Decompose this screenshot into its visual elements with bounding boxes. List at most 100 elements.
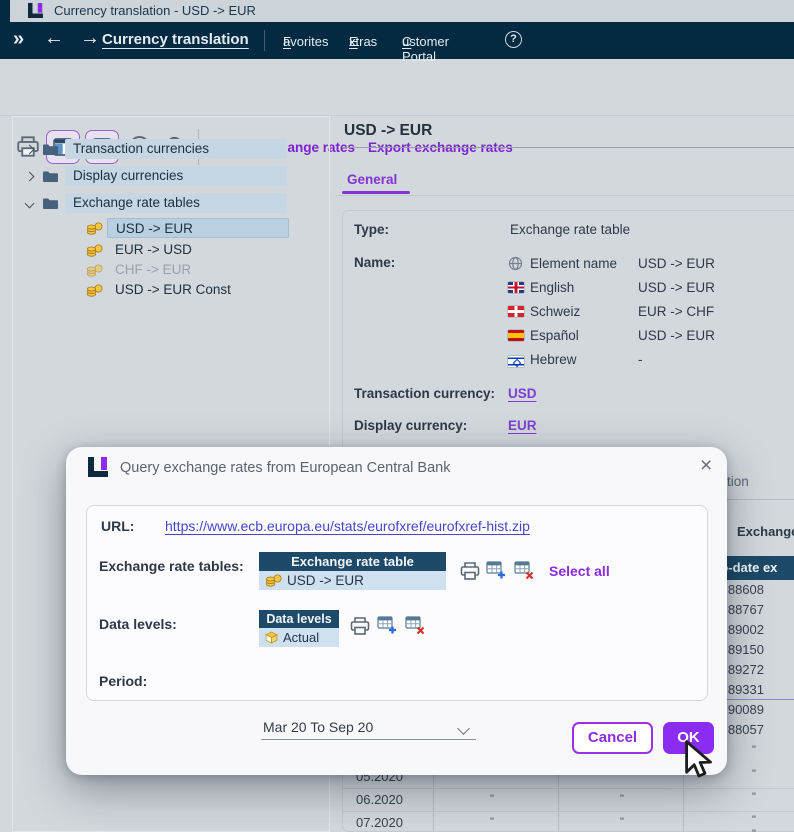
tree-item-eur-usd[interactable]: EUR -> USD	[86, 240, 200, 260]
transaction-currency-label: Transaction currency:	[354, 386, 495, 401]
ecb-url-link[interactable]: https://www.ecb.europa.eu/stats/eurofxre…	[165, 518, 530, 534]
coins-icon	[86, 222, 103, 235]
query-exchange-rates-dialog: Query exchange rates from European Centr…	[66, 447, 727, 775]
url-label: URL:	[101, 518, 134, 534]
name-value: USD -> EUR	[638, 256, 715, 271]
add-table-icon[interactable]	[377, 616, 398, 635]
print-icon[interactable]	[349, 616, 371, 636]
tree-folder-display-currencies[interactable]: Display currencies	[26, 166, 287, 186]
tab-active-indicator	[342, 191, 410, 194]
date-cell: 07.2020	[356, 815, 403, 830]
partial-tab-label[interactable]: tion	[727, 474, 749, 489]
ditto-cell: "	[620, 816, 624, 828]
tree-item-chf-eur[interactable]: CHF -> EUR	[86, 260, 199, 280]
chevron-right-icon[interactable]	[25, 171, 35, 181]
back-arrow-icon[interactable]: ←	[44, 27, 64, 50]
name-lang: Schweiz	[530, 304, 580, 319]
list-item-actual[interactable]: Actual	[259, 628, 339, 647]
tab-general[interactable]: General	[347, 172, 397, 187]
name-label: Name:	[354, 255, 395, 270]
app-title[interactable]: Currency translation	[102, 31, 249, 48]
folder-open-icon	[42, 197, 59, 210]
select-all-button[interactable]: Select all	[549, 563, 610, 579]
remove-table-icon[interactable]	[514, 561, 535, 580]
window-corner	[0, 0, 10, 22]
data-levels-list: Data levels Actual	[259, 610, 339, 647]
name-value: -	[638, 352, 643, 367]
dialog-logo-icon	[88, 457, 108, 477]
ditto-cell: "	[620, 793, 624, 805]
navigation-bar: » ← → Currency translation Favorites Ext…	[0, 22, 794, 59]
app-window: Currency translation - USD -> EUR » ← → …	[0, 0, 794, 832]
chevron-down-icon[interactable]	[25, 198, 35, 208]
display-currency-label: Display currency:	[354, 418, 467, 433]
transaction-currency-link[interactable]: USD	[508, 386, 537, 401]
tree-item-label: CHF -> EUR	[107, 260, 199, 280]
close-icon[interactable]: ×	[700, 454, 712, 478]
tree-folder-exchange-rate-tables[interactable]: Exchange rate tables	[26, 193, 287, 213]
dialog-title: Query exchange rates from European Centr…	[120, 460, 450, 476]
globe-icon	[508, 256, 523, 271]
cancel-button[interactable]: Cancel	[572, 722, 653, 754]
mouse-cursor	[682, 740, 716, 783]
list-header: Exchange rate table	[259, 552, 446, 571]
exchange-column-header: Exchange	[737, 524, 794, 539]
list-header: Data levels	[259, 610, 339, 628]
name-lang: Español	[530, 328, 579, 343]
name-value: USD -> EUR	[638, 328, 715, 343]
tree-folder-transaction-currencies[interactable]: Transaction currencies	[26, 139, 287, 159]
ditto-cell: "	[752, 814, 756, 826]
name-lang: Element name	[530, 256, 617, 271]
tree-folder-label: Exchange rate tables	[65, 193, 287, 213]
tree-item-usd-eur-const[interactable]: USD -> EUR Const	[86, 280, 239, 300]
page-title: USD -> EUR	[344, 122, 432, 140]
chevron-right-icon[interactable]	[25, 144, 35, 154]
name-value: USD -> EUR	[638, 280, 715, 295]
print-icon[interactable]	[459, 561, 481, 581]
forward-arrow-icon[interactable]: →	[80, 27, 100, 50]
tree-folder-label: Transaction currencies	[65, 139, 287, 159]
toolbar: ? Import exchange rates Export exchange …	[0, 59, 794, 116]
tree-item-label: EUR -> USD	[107, 240, 200, 260]
type-value: Exchange rate table	[510, 222, 630, 237]
app-logo-icon	[28, 3, 43, 18]
name-value: EUR -> CHF	[638, 304, 714, 319]
data-levels-label: Data levels:	[99, 616, 177, 632]
dialog-form-box: URL: https://www.ecb.europa.eu/stats/eur…	[86, 505, 708, 701]
grid-line	[343, 788, 794, 789]
folder-icon	[42, 170, 59, 183]
grid-line	[343, 811, 794, 812]
flag-israel-icon	[508, 356, 524, 367]
ditto-cell: "	[752, 791, 756, 803]
window-titlebar: Currency translation - USD -> EUR	[0, 0, 794, 22]
name-lang: Hebrew	[530, 352, 577, 367]
coins-icon	[86, 284, 103, 297]
folder-icon	[42, 143, 59, 156]
collapse-menu-icon[interactable]: »	[13, 28, 24, 51]
period-dropdown-value[interactable]: Mar 20 To Sep 20	[263, 719, 373, 735]
remove-table-icon[interactable]	[405, 616, 426, 635]
list-item-usd-eur[interactable]: USD -> EUR	[259, 571, 446, 590]
tree-item-usd-eur[interactable]: USD -> EUR	[86, 218, 289, 238]
chevron-down-icon[interactable]	[457, 722, 470, 735]
title-divider	[342, 147, 794, 148]
flag-uk-icon	[508, 282, 524, 293]
ditto-cell: "	[752, 828, 756, 832]
date-cell: 06.2020	[356, 792, 403, 807]
display-currency-link[interactable]: EUR	[508, 418, 537, 433]
tab-divider-fragment	[718, 499, 794, 500]
tree-item-label: USD -> EUR	[107, 218, 289, 238]
type-label: Type:	[354, 222, 389, 237]
tab-divider	[335, 195, 794, 196]
tree-folder-label: Display currencies	[65, 166, 287, 186]
nav-help-icon[interactable]: ?	[505, 31, 522, 48]
tree-item-label: USD -> EUR Const	[107, 280, 239, 300]
list-item-label: Actual	[283, 630, 319, 645]
ditto-cell: "	[752, 768, 756, 780]
flag-spain-icon	[508, 330, 524, 341]
period-label: Period:	[99, 673, 147, 689]
coins-icon	[86, 264, 103, 277]
add-table-icon[interactable]	[486, 561, 507, 580]
ditto-cell: "	[490, 793, 494, 805]
ditto-cell: "	[490, 816, 494, 828]
